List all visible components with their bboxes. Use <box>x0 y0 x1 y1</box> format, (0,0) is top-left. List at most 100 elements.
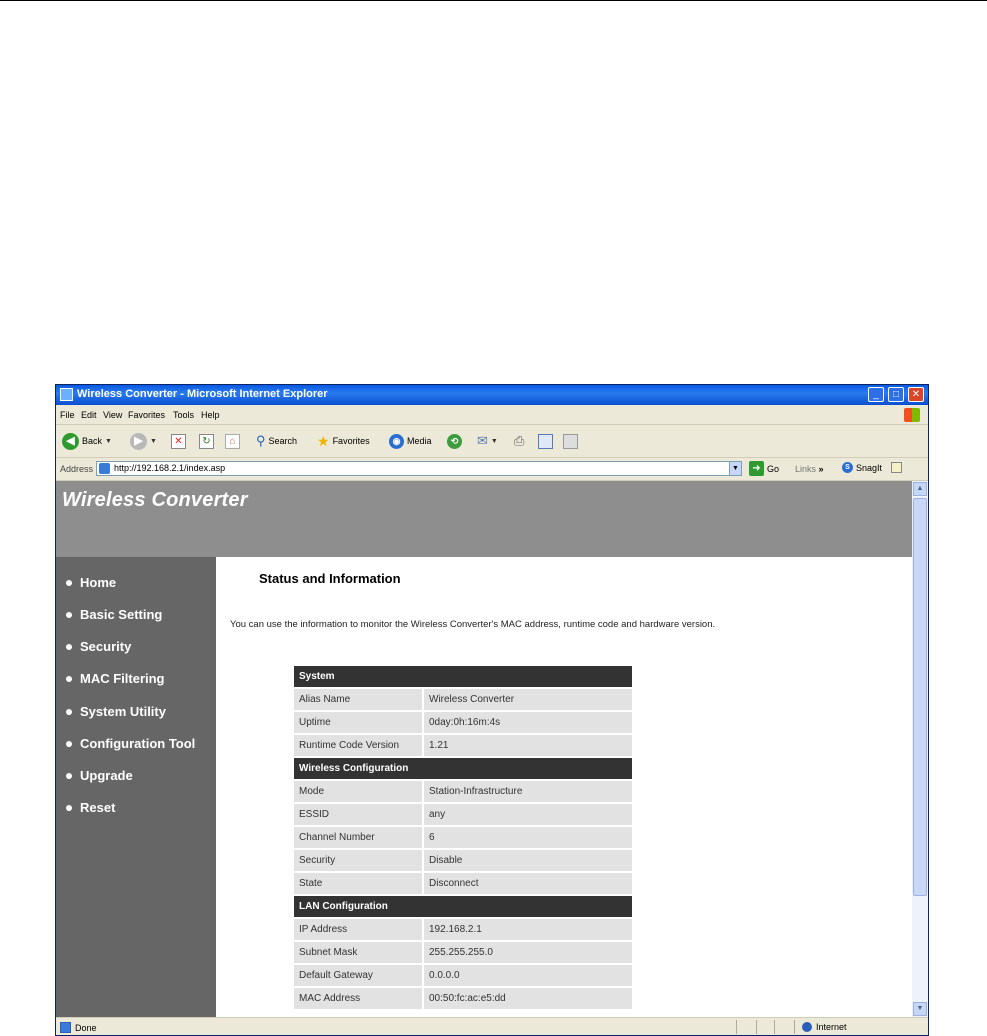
table-row: Subnet Mask 255.255.255.0 <box>294 942 632 963</box>
history-button[interactable]: ⟲ <box>447 432 462 450</box>
menu-edit[interactable]: Edit <box>81 410 97 420</box>
page-icon <box>99 463 110 474</box>
nav-label: Configuration Tool <box>80 736 196 751</box>
stop-button[interactable]: ✕ <box>171 432 186 450</box>
nav-label: System Utility <box>80 704 166 719</box>
row-value: Disable <box>424 850 632 871</box>
close-button[interactable]: ✕ <box>908 387 924 402</box>
mail-button[interactable]: ✉ ▼ <box>477 432 498 450</box>
status-left: Done <box>60 1022 97 1033</box>
back-label: Back <box>82 436 103 446</box>
address-label: Address <box>60 464 94 474</box>
address-input[interactable]: http://192.168.2.1/index.asp <box>96 461 742 476</box>
row-key: Subnet Mask <box>294 942 424 963</box>
mail-icon: ✉ <box>477 433 488 448</box>
nav-item-security[interactable]: Security <box>66 639 131 654</box>
bullet-icon <box>66 740 72 747</box>
table-row: Channel Number 6 <box>294 827 632 848</box>
links-button[interactable]: Links » <box>795 464 824 474</box>
edit-button[interactable] <box>538 432 553 450</box>
table-row: Security Disable <box>294 850 632 871</box>
table-row: Default Gateway 0.0.0.0 <box>294 965 632 986</box>
bullet-icon <box>66 804 72 811</box>
nav-item-configuration-tool[interactable]: Configuration Tool <box>66 736 195 751</box>
section-title: Wireless Configuration <box>294 758 632 779</box>
chevron-down-icon: ▼ <box>490 437 498 445</box>
bullet-icon <box>66 611 72 618</box>
star-icon: ★ <box>317 432 330 449</box>
scroll-thumb[interactable] <box>913 498 927 896</box>
section-title: LAN Configuration <box>294 896 632 917</box>
table-row: State Disconnect <box>294 873 632 894</box>
menu-file[interactable]: File <box>60 410 75 420</box>
row-value: Wireless Converter <box>424 689 632 710</box>
minimize-button[interactable]: _ <box>868 387 884 402</box>
row-value: 0day:0h:16m:4s <box>424 712 632 733</box>
menu-help[interactable]: Help <box>201 410 220 420</box>
menu-bar: File Edit View Favorites Tools Help <box>56 406 928 425</box>
nav-item-basic-setting[interactable]: Basic Setting <box>66 607 162 622</box>
status-bar: Done Internet <box>56 1017 928 1035</box>
bullet-icon <box>66 579 72 586</box>
table-row: MAC Address 00:50:fc:ac:e5:dd <box>294 988 632 1009</box>
menu-tools[interactable]: Tools <box>173 410 194 420</box>
vertical-scrollbar[interactable]: ▲ ▼ <box>912 481 928 1017</box>
snagit-capture-icon[interactable] <box>891 462 903 473</box>
forward-button[interactable]: ▶ ▼ <box>130 432 157 450</box>
menu-view[interactable]: View <box>103 410 122 420</box>
scroll-up-button[interactable]: ▲ <box>913 482 927 496</box>
browser-window: Wireless Converter - Microsoft Internet … <box>55 384 929 1036</box>
section-header: System <box>294 666 632 687</box>
nav-item-system-utility[interactable]: System Utility <box>66 704 166 719</box>
print-button[interactable]: ⎙ <box>514 432 524 450</box>
status-divider <box>756 1020 757 1034</box>
section-header: LAN Configuration <box>294 896 632 917</box>
globe-icon <box>802 1022 812 1032</box>
refresh-button[interactable]: ↻ <box>199 432 214 450</box>
stop-icon: ✕ <box>171 433 186 449</box>
media-button[interactable]: ◉ Media <box>389 432 432 450</box>
home-button[interactable]: ⌂ <box>225 432 240 450</box>
address-dropdown-button[interactable]: ▼ <box>729 461 742 476</box>
row-value: 00:50:fc:ac:e5:dd <box>424 988 632 1009</box>
row-value: any <box>424 804 632 825</box>
address-bar: Address http://192.168.2.1/index.asp ▼ ➜… <box>56 458 928 481</box>
nav-item-mac-filtering[interactable]: MAC Filtering <box>66 671 165 686</box>
snagit-icon: S <box>842 462 853 473</box>
snagit-label: SnagIt <box>856 462 883 473</box>
scroll-down-button[interactable]: ▼ <box>913 1002 927 1016</box>
back-button[interactable]: ◀ Back ▼ <box>62 432 112 450</box>
chevron-down-icon: ▼ <box>105 437 112 445</box>
nav-item-home[interactable]: Home <box>66 575 116 590</box>
section-title: System <box>294 666 632 687</box>
go-button[interactable]: ➜ Go <box>749 461 779 476</box>
row-key: Uptime <box>294 712 424 733</box>
row-value: 0.0.0.0 <box>424 965 632 986</box>
row-key: State <box>294 873 424 894</box>
nav-item-reset[interactable]: Reset <box>66 800 115 815</box>
title-bar[interactable]: Wireless Converter - Microsoft Internet … <box>56 385 928 405</box>
maximize-button[interactable]: □ <box>888 387 904 402</box>
table-row: Uptime 0day:0h:16m:4s <box>294 712 632 733</box>
search-button[interactable]: ⚲ Search <box>256 432 297 450</box>
forward-arrow-icon: ▶ <box>130 432 147 450</box>
search-icon: ⚲ <box>256 433 266 448</box>
links-label: Links <box>795 464 817 474</box>
bullet-icon <box>66 772 72 779</box>
page-done-icon <box>60 1022 71 1033</box>
toolbar: ◀ Back ▼ ▶ ▼ ✕ ↻ ⌂ ⚲ Search ★ Favorites … <box>56 425 928 458</box>
row-value: 255.255.255.0 <box>424 942 632 963</box>
table-row: Alias Name Wireless Converter <box>294 689 632 710</box>
row-key: Default Gateway <box>294 965 424 986</box>
menu-favorites[interactable]: Favorites <box>128 410 165 420</box>
row-value: Disconnect <box>424 873 632 894</box>
address-url: http://192.168.2.1/index.asp <box>114 463 226 473</box>
history-icon: ⟲ <box>447 433 462 449</box>
snagit-button[interactable]: S SnagIt <box>842 462 903 473</box>
nav-label: MAC Filtering <box>80 671 165 686</box>
messenger-button[interactable] <box>563 432 578 450</box>
nav-item-upgrade[interactable]: Upgrade <box>66 768 133 783</box>
row-key: Alias Name <box>294 689 424 710</box>
favorites-button[interactable]: ★ Favorites <box>317 432 370 450</box>
ie-app-icon <box>60 388 73 401</box>
